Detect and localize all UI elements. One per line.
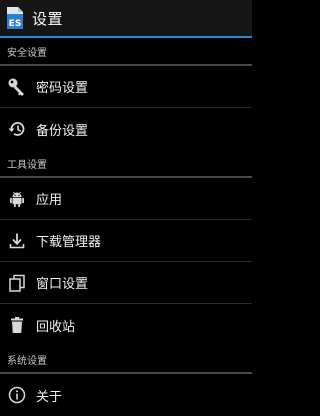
windows-stack-icon: [7, 273, 27, 293]
android-icon: [7, 189, 27, 209]
info-icon: [7, 385, 27, 405]
action-bar: ES 设置: [0, 0, 252, 36]
section-header-tools: 工具设置: [0, 150, 252, 178]
section-header-system: 系统设置: [0, 346, 252, 374]
settings-item-label: 关于: [36, 389, 63, 405]
settings-item-label: 窗口设置: [36, 277, 89, 292]
settings-item-label: 回收站: [36, 319, 76, 335]
es-file-explorer-icon[interactable]: ES: [4, 5, 26, 31]
section-header-security: 安全设置: [0, 38, 252, 66]
key-icon: [7, 77, 27, 97]
settings-item-label: 下载管理器: [36, 235, 102, 250]
settings-item-apps[interactable]: 应用: [0, 178, 252, 220]
settings-item-label: 备份设置: [36, 123, 89, 139]
svg-text:ES: ES: [9, 19, 22, 29]
settings-item-recycle-bin[interactable]: 回收站: [0, 304, 252, 346]
page-title: 设置: [32, 9, 64, 28]
settings-item-backup[interactable]: 备份设置: [0, 108, 252, 150]
settings-item-window-settings[interactable]: 窗口设置: [0, 262, 252, 304]
settings-item-password[interactable]: 密码设置: [0, 66, 252, 108]
history-restore-icon: [7, 119, 27, 139]
trash-icon: [7, 315, 27, 335]
download-icon: [7, 231, 27, 251]
settings-item-about[interactable]: 关于: [0, 374, 252, 416]
settings-item-download-manager[interactable]: 下载管理器: [0, 220, 252, 262]
settings-item-label: 密码设置: [36, 81, 89, 96]
settings-item-label: 应用: [36, 193, 63, 208]
settings-list: 安全设置 密码设置 备份设置 工具设置 应用 下载管理器 窗口设置 回收站 系统…: [0, 38, 252, 416]
